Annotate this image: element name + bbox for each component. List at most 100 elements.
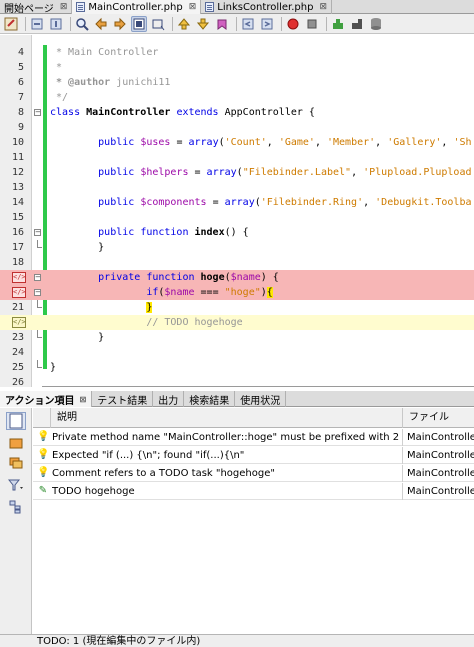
error-marker-icon[interactable]: </> <box>12 287 26 298</box>
filter-icon[interactable] <box>6 476 26 494</box>
shift-right-icon[interactable] <box>259 16 275 32</box>
line-number[interactable]: 12 <box>0 165 24 180</box>
icon-column-header[interactable] <box>33 408 51 428</box>
file-column-header[interactable]: ファイル <box>405 408 474 428</box>
code-line[interactable]: 26 <box>0 375 474 390</box>
code-line[interactable]: 25} <box>0 360 474 375</box>
line-number[interactable]: 15 <box>0 210 24 225</box>
code-token: junichi11 <box>110 77 171 88</box>
toggle-highlight-icon[interactable] <box>131 15 147 32</box>
tab-usages[interactable]: 使用状況 <box>235 391 287 407</box>
code-line[interactable]: 9 <box>0 120 474 135</box>
line-number[interactable]: 14 <box>0 195 24 210</box>
tab-search-results[interactable]: 検索結果 <box>184 391 236 407</box>
forward-icon[interactable] <box>48 16 64 32</box>
close-icon[interactable]: ⊠ <box>80 395 87 404</box>
code-line[interactable]: 10 public $uses = array('Count', 'Game',… <box>0 135 474 150</box>
code-line[interactable]: 23 } <box>0 330 474 345</box>
code-line[interactable]: 17 } <box>0 240 474 255</box>
status-bar: TODO: 1 (現在編集中のファイル内) <box>0 634 474 647</box>
code-line[interactable]: 11 <box>0 150 474 165</box>
tab-linkscontroller[interactable]: LinksController.php ⊠ <box>201 0 332 14</box>
prev-bookmark-icon[interactable] <box>176 16 192 32</box>
code-line[interactable]: 18 <box>0 255 474 270</box>
code-token: index <box>194 227 225 238</box>
line-number[interactable]: 23 <box>0 330 24 345</box>
record-macro-icon[interactable] <box>285 16 301 32</box>
line-number[interactable]: 13 <box>0 180 24 195</box>
group-by-category-icon[interactable] <box>6 498 26 516</box>
line-number[interactable]: 16 <box>0 225 24 240</box>
uncomment-icon[interactable] <box>349 16 365 32</box>
search-icon[interactable] <box>74 16 90 32</box>
code-text: public $uses = array('Count', 'Game', 'M… <box>50 135 471 150</box>
code-line[interactable]: 5 * <box>0 60 474 75</box>
next-bookmark-icon[interactable] <box>195 16 211 32</box>
row-file: MainController.php <box>407 450 474 461</box>
line-number[interactable]: 6 <box>0 75 24 90</box>
code-line[interactable]: 6 * @author junichi11 <box>0 75 474 90</box>
line-number[interactable]: 7 <box>0 90 24 105</box>
todo-marker-icon[interactable]: </> <box>12 317 26 328</box>
line-number[interactable]: 11 <box>0 150 24 165</box>
line-number[interactable]: 18 <box>0 255 24 270</box>
table-row[interactable]: 💡 Private method name "MainController::h… <box>33 429 474 446</box>
close-icon[interactable]: ⊠ <box>189 2 197 12</box>
line-number[interactable]: 10 <box>0 135 24 150</box>
fold-toggle-icon[interactable]: − <box>34 274 41 281</box>
close-icon[interactable]: ⊠ <box>60 2 68 12</box>
line-number[interactable]: 25 <box>0 360 24 375</box>
line-number[interactable]: 26 <box>0 375 24 390</box>
comment-icon[interactable] <box>330 16 346 32</box>
find-previous-icon[interactable] <box>93 16 109 32</box>
current-file-icon[interactable] <box>6 412 26 430</box>
code-line[interactable]: 15 <box>0 210 474 225</box>
line-number[interactable]: 5 <box>0 60 24 75</box>
line-number[interactable]: 17 <box>0 240 24 255</box>
table-row[interactable]: ✎ TODO hogehoge MainController.php <box>33 483 474 500</box>
open-projects-icon[interactable] <box>6 454 26 472</box>
tab-maincontroller[interactable]: MainController.php ⊠ <box>72 0 202 14</box>
line-number[interactable]: 21 <box>0 300 24 315</box>
last-edit-icon[interactable] <box>3 16 19 32</box>
code-line[interactable]: 13 <box>0 180 474 195</box>
tab-action-items[interactable]: アクション項目 ⊠ <box>0 391 93 407</box>
code-line[interactable]: 12 public $helpers = array("Filebinder.L… <box>0 165 474 180</box>
code-line[interactable]: 20</>− if($name === "hoge"){ <box>0 285 474 300</box>
code-line[interactable]: 21 } <box>0 300 474 315</box>
code-text: } <box>50 330 104 345</box>
shift-left-icon[interactable] <box>240 16 256 32</box>
toggle-bookmark-icon[interactable] <box>214 16 230 32</box>
database-icon[interactable] <box>368 16 384 32</box>
code-line[interactable]: 16 − public function index() { <box>0 225 474 240</box>
tab-output[interactable]: 出力 <box>153 391 185 407</box>
project-icon[interactable] <box>6 434 26 452</box>
fold-toggle-icon[interactable]: − <box>34 109 41 116</box>
tab-start-page[interactable]: 開始ページ ⊠ <box>0 0 73 15</box>
code-line[interactable]: 7 */ <box>0 90 474 105</box>
tab-test-results[interactable]: テスト結果 <box>92 391 154 407</box>
stop-macro-icon[interactable] <box>304 16 320 32</box>
code-line[interactable]: 8 − class MainController extends AppContro… <box>0 105 474 120</box>
code-line[interactable]: 22</> // TODO hogehoge <box>0 315 474 330</box>
fold-toggle-icon[interactable]: − <box>34 229 41 236</box>
back-icon[interactable] <box>29 16 45 32</box>
code-line[interactable]: 24 <box>0 345 474 360</box>
line-number[interactable]: 9 <box>0 120 24 135</box>
table-row[interactable]: 💡 Expected "if (...) {\n"; found "if(...… <box>33 447 474 464</box>
close-icon[interactable]: ⊠ <box>319 2 327 12</box>
find-next-icon[interactable] <box>112 16 128 32</box>
line-number[interactable]: 4 <box>0 45 24 60</box>
rect-select-icon[interactable] <box>150 16 166 32</box>
line-number[interactable]: 8 <box>0 105 24 120</box>
code-line[interactable]: 4 * Main Controller <box>0 45 474 60</box>
code-editor[interactable]: 4 * Main Controller 5 * 6 * @author junich… <box>0 35 474 390</box>
fold-toggle-icon[interactable]: − <box>34 289 41 296</box>
description-column-header[interactable]: 説明 <box>53 408 403 428</box>
line-number[interactable]: 24 <box>0 345 24 360</box>
code-line[interactable]: 19</>− private function hoge($name) { <box>0 270 474 285</box>
table-row[interactable]: 💡 Comment refers to a TODO task "hogehog… <box>33 465 474 482</box>
error-marker-icon[interactable]: </> <box>12 272 26 283</box>
code-line[interactable]: 14 public $components = array('Filebinde… <box>0 195 474 210</box>
